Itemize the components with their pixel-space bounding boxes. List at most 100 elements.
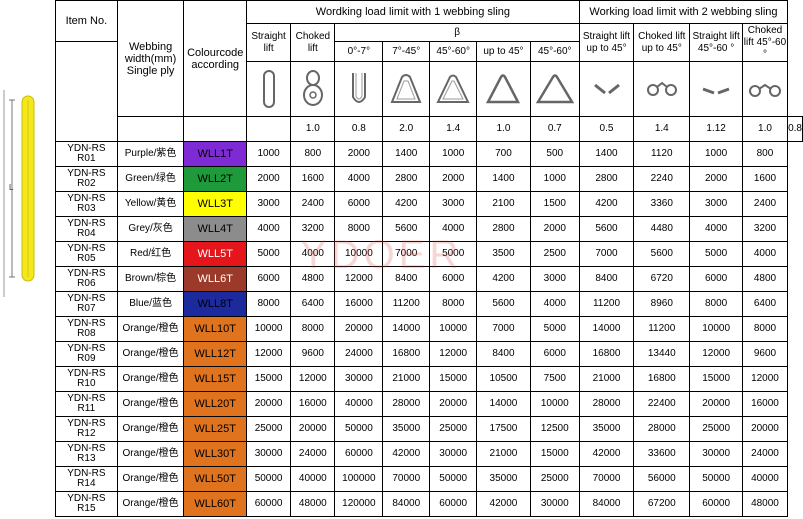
factor-cell: 0.8 <box>787 116 803 142</box>
load-value: 15000 <box>689 366 743 392</box>
table-row: YDN-RSR10 Orange/橙色 WLL15T 15000 12000 30000 2… <box>55 366 803 392</box>
load-value: 20000 <box>689 391 743 417</box>
webbing-colour: Orange/橙色 <box>116 466 185 492</box>
webbing-colour: Purple/紫色 <box>116 141 185 167</box>
load-value: 40000 <box>741 466 789 492</box>
webbing-colour: Grey/灰色 <box>116 216 185 242</box>
header-beta-45-60b: 45°-60° <box>529 41 580 62</box>
webbing-colour: Blue/蓝色 <box>116 291 185 317</box>
header-webbing: Webbing width(mm) Single ply <box>116 0 185 117</box>
load-value: 4000 <box>689 216 743 242</box>
load-value: 8960 <box>633 291 691 317</box>
load-value: 42000 <box>476 491 531 517</box>
factor-spacer <box>183 116 247 142</box>
load-value: 3000 <box>689 191 743 217</box>
table-row: YDN-RSR04 Grey/灰色 WLL4T 4000 3200 8000 5600 400… <box>55 216 803 242</box>
colour-code: WLL8T <box>183 291 247 317</box>
factor-cell: 1.0 <box>290 116 336 142</box>
load-value: 5000 <box>429 241 478 267</box>
load-value: 35000 <box>578 416 635 442</box>
load-value: 1600 <box>290 166 336 192</box>
load-value: 500 <box>529 141 580 167</box>
item-number: YDN-RSR09 <box>55 341 118 367</box>
table-row: YDN-RSR01 Purple/紫色 WLL1T 1000 800 2000 1400 10… <box>55 141 803 167</box>
factor-cell: 0.5 <box>578 116 635 142</box>
load-value: 8000 <box>245 291 292 317</box>
header-straight-lift: Straight lift <box>245 23 292 62</box>
load-value: 14000 <box>578 316 635 342</box>
load-value: 16000 <box>290 391 336 417</box>
load-value: 4200 <box>476 266 531 292</box>
webbing-colour: Yellow/黄色 <box>116 191 185 217</box>
two-sling-straight-45-60-icon <box>689 61 743 117</box>
load-value: 12000 <box>290 366 336 392</box>
load-value: 13440 <box>633 341 691 367</box>
load-value: 7000 <box>382 241 431 267</box>
load-value: 84000 <box>382 491 431 517</box>
table-row: YDN-RSR02 Green/绿色 WLL2T 2000 1600 4000 2800 20… <box>55 166 803 192</box>
load-value: 56000 <box>633 466 691 492</box>
factor-cell: 2.0 <box>382 116 431 142</box>
colour-code: WLL12T <box>183 341 247 367</box>
header-2s-choked: Choked lift up to 45° <box>633 23 691 62</box>
load-value: 20000 <box>290 416 336 442</box>
load-value: 12000 <box>429 341 478 367</box>
header-2-sling: Working load limit with 2 webbing sling <box>578 0 789 24</box>
straight-lift-icon <box>245 61 292 117</box>
load-value: 3200 <box>290 216 336 242</box>
colour-code: WLL30T <box>183 441 247 467</box>
table-row: YDN-RSR13 Orange/橙色 WLL30T 30000 24000 60000 4… <box>55 441 803 467</box>
factor-cell: 1.4 <box>429 116 478 142</box>
item-number: YDN-RSR13 <box>55 441 118 467</box>
webbing-colour: Brown/棕色 <box>116 266 185 292</box>
basket-45-60-icon <box>429 61 478 117</box>
load-value: 3200 <box>741 216 789 242</box>
colour-code: WLL60T <box>183 491 247 517</box>
load-value: 24000 <box>290 441 336 467</box>
load-value: 2000 <box>334 141 384 167</box>
basket-vertical-icon <box>334 61 384 117</box>
load-value: 20000 <box>741 416 789 442</box>
header-1-sling: Wordking load limit with 1 webbing sling <box>245 0 580 24</box>
load-value: 21000 <box>578 366 635 392</box>
load-value: 14000 <box>476 391 531 417</box>
load-value: 3000 <box>429 191 478 217</box>
factor-cell: 1.0 <box>741 116 789 142</box>
load-value: 16800 <box>633 366 691 392</box>
webbing-colour: Orange/橙色 <box>116 491 185 517</box>
load-value: 4000 <box>529 291 580 317</box>
load-value: 10000 <box>689 316 743 342</box>
load-value: 30000 <box>529 491 580 517</box>
load-value: 12000 <box>334 266 384 292</box>
load-value: 8000 <box>334 216 384 242</box>
load-value: 4000 <box>741 241 789 267</box>
colour-code: WLL25T <box>183 416 247 442</box>
colour-code: WLL5T <box>183 241 247 267</box>
load-value: 2000 <box>529 216 580 242</box>
load-value: 84000 <box>578 491 635 517</box>
load-value: 9600 <box>741 341 789 367</box>
two-sling-straight-icon <box>578 61 635 117</box>
load-value: 100000 <box>334 466 384 492</box>
load-value: 40000 <box>334 391 384 417</box>
factor-spacer <box>245 116 292 142</box>
basket-7-45-icon <box>382 61 431 117</box>
factor-row: 1.0 0.8 2.0 1.4 1.0 0.7 0.5 1.4 1.12 1.0 0.8 <box>56 116 803 142</box>
load-value: 10000 <box>529 391 580 417</box>
header-beta-0-7: 0°-7° <box>334 41 384 62</box>
load-value: 4800 <box>290 266 336 292</box>
webbing-colour: Orange/橙色 <box>116 316 185 342</box>
load-value: 42000 <box>578 441 635 467</box>
load-value: 4480 <box>633 216 691 242</box>
header-beta-up-45: up to 45° <box>476 41 531 62</box>
load-value: 5000 <box>689 241 743 267</box>
load-value: 20000 <box>334 316 384 342</box>
load-value: 60000 <box>245 491 292 517</box>
webbing-colour: Green/绿色 <box>116 166 185 192</box>
load-value: 5600 <box>476 291 531 317</box>
two-sling-choked-45-60-icon <box>741 61 789 117</box>
load-value: 30000 <box>689 441 743 467</box>
load-value: 2000 <box>689 166 743 192</box>
load-value: 48000 <box>290 491 336 517</box>
webbing-colour: Orange/橙色 <box>116 416 185 442</box>
